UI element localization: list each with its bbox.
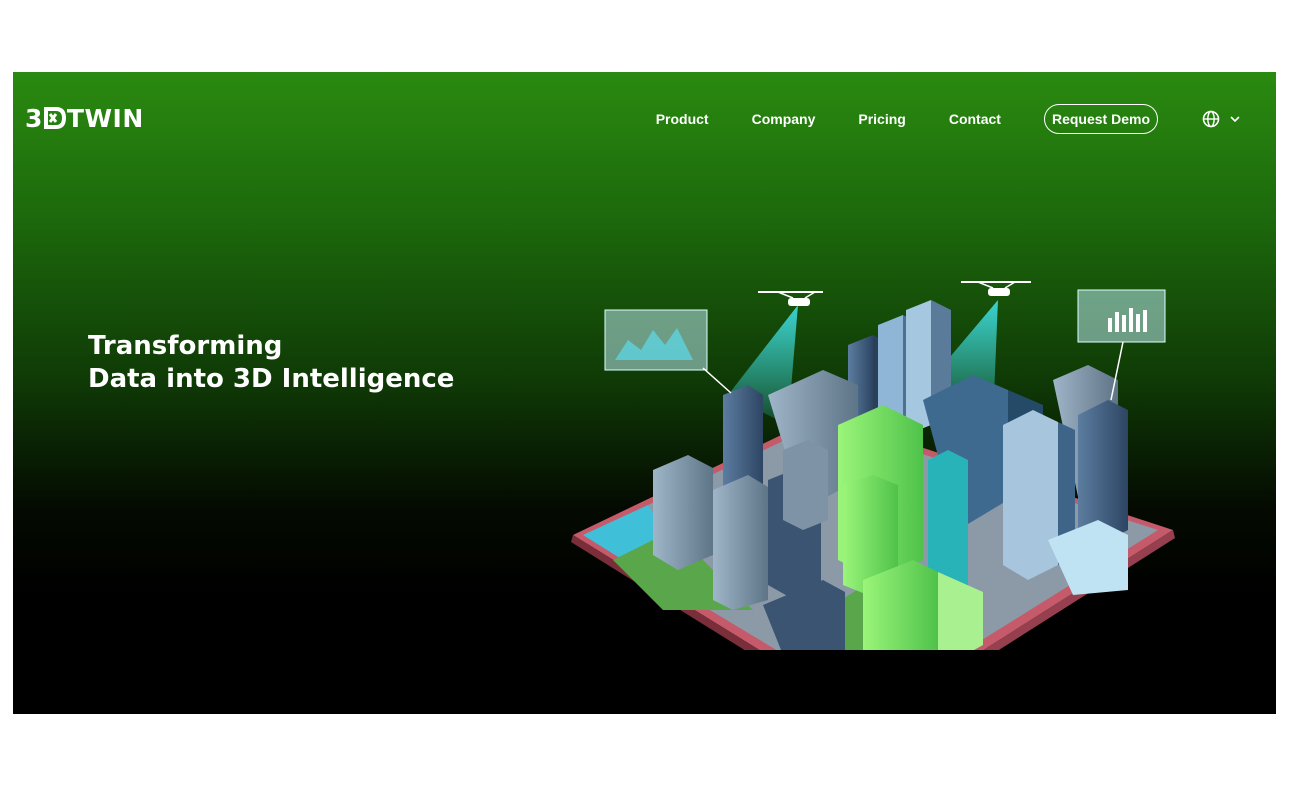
analytics-panel-left	[604, 309, 732, 394]
drone-right-icon	[961, 281, 1031, 296]
hero-line-1: Transforming	[88, 331, 283, 361]
nav-company[interactable]: Company	[752, 111, 816, 127]
request-demo-button[interactable]: Request Demo	[1043, 104, 1158, 134]
chevron-down-icon	[1230, 116, 1240, 123]
globe-icon	[1202, 110, 1220, 128]
city-illustration	[571, 281, 1175, 650]
main-nav: Product Company Pricing Contact Request …	[656, 103, 1240, 135]
hero-headline: Transforming Data into 3D Intelligence	[88, 330, 454, 396]
logo-text-left: 3	[25, 103, 43, 133]
brand-logo[interactable]: 3 TWIN	[25, 103, 144, 133]
drone-left-icon	[758, 291, 823, 306]
language-selector[interactable]	[1202, 110, 1240, 128]
nav-pricing[interactable]: Pricing	[858, 111, 905, 127]
logo-text-right: TWIN	[66, 103, 144, 133]
nav-product[interactable]: Product	[656, 111, 709, 127]
hero-section: 3 TWIN Product Company Pricing Contact R…	[13, 72, 1276, 714]
logo-mark-icon	[43, 107, 66, 129]
hero-line-2: Data into 3D Intelligence	[88, 364, 455, 394]
nav-contact[interactable]: Contact	[949, 111, 1001, 127]
